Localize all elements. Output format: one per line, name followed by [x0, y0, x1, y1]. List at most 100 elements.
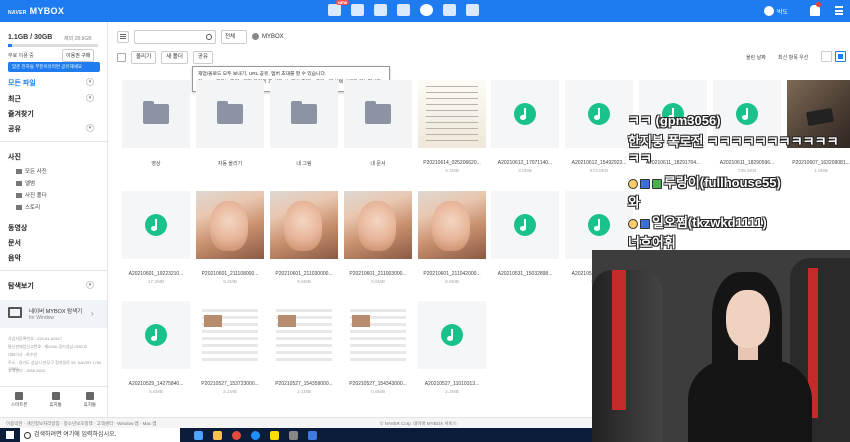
nav-all-files[interactable]: 모든 파일 — [8, 78, 36, 88]
smartphone-button[interactable]: 스마트폰 — [11, 392, 27, 416]
file-thumbnail — [418, 191, 486, 259]
taskbar-search-input[interactable]: 검색하려면 여기에 입력하십시오. — [20, 428, 180, 442]
calendar-app-icon[interactable] — [351, 4, 364, 16]
nav-videos[interactable]: 동영상 — [8, 223, 27, 233]
order-select[interactable]: 최신 항목 우선 — [778, 54, 808, 61]
file-thumbnail — [491, 80, 559, 148]
folder-icon — [16, 192, 22, 198]
file-tile[interactable]: P20210601_211003000... 9.5MB — [344, 191, 412, 285]
nav-all-photos[interactable]: 모든 사진 — [16, 167, 47, 175]
memo-app-icon[interactable] — [397, 4, 410, 16]
sync-title: 네이버 MYBOX 탐색기 — [29, 309, 83, 315]
windows-start-icon[interactable] — [6, 431, 14, 439]
mybox-app-icon[interactable] — [420, 4, 433, 16]
hamburger-menu-icon[interactable] — [835, 6, 843, 15]
list-menu-icon[interactable] — [117, 31, 129, 43]
upgrade-button[interactable]: 이용권 구매 — [62, 49, 95, 62]
file-size: 9.6MB — [297, 280, 311, 285]
contacts-app-icon[interactable] — [374, 4, 387, 16]
file-name: 내 문서 — [370, 161, 386, 167]
breadcrumb[interactable]: MYBOX — [252, 33, 284, 40]
nav-documents[interactable]: 문서 — [8, 238, 21, 248]
file-tile[interactable]: A20210527_11010313... 2.2MB — [418, 301, 486, 395]
music-note-icon — [514, 214, 536, 236]
file-tile[interactable]: P20210601_211108000... 9.2MB — [196, 191, 264, 285]
folder-tile[interactable]: 영상 — [122, 80, 190, 170]
nav-explore[interactable]: 탐색보기 — [8, 281, 34, 291]
file-name: P20210614_025206620... — [423, 160, 481, 166]
grid-view-icon[interactable] — [835, 51, 846, 62]
file-thumbnail — [122, 191, 190, 259]
keep-app-icon[interactable] — [466, 4, 479, 16]
file-tile[interactable]: A20210612_15492923... 973.8KB — [565, 80, 633, 174]
folder-icon — [365, 101, 391, 124]
file-thumbnail — [122, 80, 190, 148]
nav-story[interactable]: 스토리 — [16, 203, 40, 211]
file-name: P20210601_211003000... — [349, 271, 407, 277]
share-button[interactable]: 공유 — [192, 51, 214, 64]
file-tile[interactable]: A20210529_14275840... 5.6MB — [122, 301, 190, 395]
file-tile[interactable]: P20210601_211042000... 8.8MB — [418, 191, 486, 285]
file-name: P20210607_163209081... — [792, 160, 850, 166]
action-toolbar: 올리기 새 폴더 공유 — [117, 51, 214, 64]
breadcrumb-label: MYBOX — [262, 33, 284, 40]
search-input[interactable] — [134, 30, 216, 44]
task-view-icon[interactable] — [194, 430, 203, 440]
app-icon[interactable] — [308, 430, 317, 440]
search-scope-select[interactable]: 전체 — [221, 30, 247, 44]
chrome-icon[interactable] — [232, 430, 241, 440]
user-menu[interactable]: 박도 — [764, 6, 788, 16]
file-tile[interactable]: P20210601_211030000... 9.6MB — [270, 191, 338, 285]
sync-app-banner[interactable]: 네이버 MYBOX 탐색기 for Window › — [0, 300, 107, 328]
file-size: 973.8KB — [589, 169, 609, 174]
kakaotalk-icon[interactable] — [270, 430, 279, 440]
file-name: A20210529_14275840... — [128, 381, 184, 387]
office-app-icon[interactable] — [443, 4, 456, 16]
file-tile[interactable]: A20210611_18290596... 795.5KB — [713, 80, 781, 174]
file-tile[interactable]: A20210601_19223210... 17.2MB — [122, 191, 190, 285]
footer-left[interactable]: 이용약관 · 개인정보처리방침 · 청소년보호정책 · 고객센터 · Windo… — [6, 421, 157, 426]
file-explorer-icon[interactable] — [213, 430, 222, 440]
file-tile[interactable]: A20210612_17071140... 3.0MB — [491, 80, 559, 174]
file-tile[interactable]: P20210527_153723000... 2.1MB — [196, 301, 264, 395]
file-tile[interactable]: A20210531_15032898... — [491, 191, 559, 280]
folder-icon — [217, 101, 243, 124]
select-all-checkbox[interactable] — [117, 53, 126, 62]
expand-icon[interactable]: ▾ — [86, 124, 94, 132]
nav-photo-folder[interactable]: 사진 폴더 — [16, 191, 47, 199]
file-name: 내 그림 — [296, 161, 312, 167]
nav-favorites[interactable]: 즐겨찾기 — [8, 109, 34, 119]
expand-icon[interactable]: ▾ — [86, 281, 94, 289]
app-icon[interactable] — [289, 430, 298, 440]
notification-bell-icon[interactable] — [810, 2, 821, 16]
new-badge: NEW — [336, 0, 350, 5]
file-tile[interactable]: P20210607_163209081... 1.6MB — [787, 80, 850, 174]
expand-icon[interactable]: ▾ — [86, 94, 94, 102]
edge-icon[interactable] — [251, 430, 260, 440]
expand-icon[interactable]: ▾ — [86, 78, 94, 86]
nav-photos[interactable]: 사진 — [8, 152, 21, 162]
mail-app-icon[interactable]: NEW — [328, 0, 350, 16]
file-tile[interactable]: P20210527_154343000... 0.8MB — [344, 301, 412, 395]
folder-tile[interactable]: 내 문서 — [344, 80, 412, 170]
sort-select[interactable]: 올린 날짜 — [746, 54, 766, 61]
file-tile[interactable]: P20210614_025206620... 4.2MB — [418, 80, 486, 174]
nav-album[interactable]: 앨범 — [16, 179, 35, 187]
folder-tile[interactable]: 자동 올리기 — [196, 80, 264, 170]
upload-button[interactable]: 올리기 — [131, 51, 157, 64]
trash-button[interactable]: 휴지통 — [49, 392, 62, 416]
promo-banner[interactable]: 맞춘 전자들 부진이유러면 공유해세요 — [8, 62, 100, 72]
new-folder-button[interactable]: 새 폴더 — [161, 51, 188, 64]
story-icon — [16, 204, 22, 210]
nav-music[interactable]: 음악 — [8, 253, 21, 263]
trash-button[interactable]: 휴지통 — [84, 392, 96, 416]
list-view-icon[interactable] — [821, 51, 832, 62]
nav-shared[interactable]: 공유 — [8, 124, 21, 134]
search-icon[interactable] — [206, 34, 212, 40]
folder-tile[interactable]: 내 그림 — [270, 80, 338, 170]
file-tile[interactable]: P20210527_154359000... 2.1MB — [270, 301, 338, 395]
file-size: 4.2MB — [445, 169, 459, 174]
file-size: 3.0MB — [518, 169, 532, 174]
nav-recent[interactable]: 최근 — [8, 94, 21, 104]
mybox-logo[interactable]: NAVER MYBOX — [8, 6, 64, 16]
